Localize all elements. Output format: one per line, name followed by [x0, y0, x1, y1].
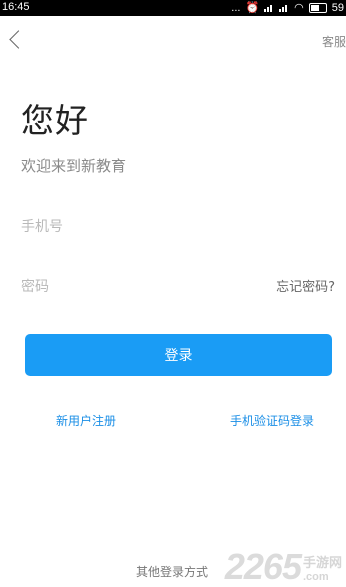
signal-2-icon — [279, 3, 289, 12]
login-button[interactable]: 登录 — [25, 334, 332, 376]
notification-dots: ... — [231, 1, 241, 14]
phone-input[interactable] — [21, 215, 321, 239]
customer-service-link[interactable]: 客服 — [322, 33, 346, 50]
watermark-domain: .com — [302, 571, 329, 583]
greeting-title: 您好 — [21, 101, 89, 140]
signal-icon — [264, 3, 274, 12]
other-login-link[interactable]: 其他登录方式 — [136, 563, 208, 580]
status-time: 16:45 — [2, 1, 30, 13]
forgot-password-link[interactable]: 忘记密码? — [276, 276, 335, 295]
status-bar: 16:45 ... ⏰ ◠ 59 — [0, 0, 346, 16]
sms-login-link[interactable]: 手机验证码登录 — [230, 412, 314, 429]
status-icons: ... ⏰ ◠ 59 — [231, 1, 344, 15]
register-link[interactable]: 新用户注册 — [56, 412, 116, 429]
battery-level: 59 — [331, 1, 344, 14]
watermark-number: 2265 — [224, 546, 302, 587]
password-input[interactable] — [21, 275, 221, 299]
alarm-icon: ⏰ — [245, 2, 260, 14]
watermark-site-cn: 手游网 — [302, 556, 342, 571]
watermark-logo: 2265 手游网 .com — [225, 549, 342, 585]
wifi-icon: ◠ — [294, 2, 304, 14]
back-icon[interactable] — [9, 30, 28, 49]
welcome-text: 欢迎来到新教育 — [21, 157, 127, 175]
battery-icon — [308, 2, 327, 13]
watermark-site: 手游网 .com — [303, 556, 342, 583]
